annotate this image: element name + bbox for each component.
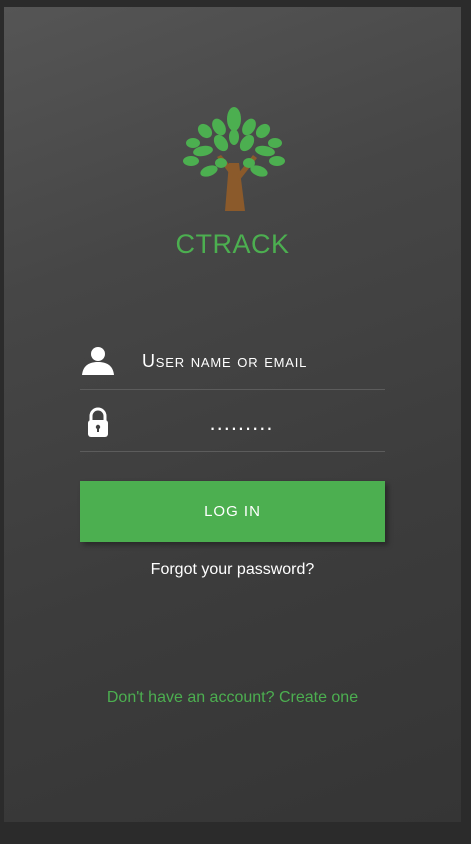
tree-icon [183,107,285,211]
username-field-row [80,337,385,390]
lock-icon [88,407,108,437]
app-title: CTRACK [175,229,290,259]
password-field-row [80,399,385,452]
create-account-link[interactable]: Don't have an account? Create one [4,689,461,707]
password-input[interactable] [136,403,381,443]
login-screen: CTRACK LOG IN Forgot your password? Don'… [4,7,461,822]
forgot-password-link[interactable]: Forgot your password? [4,561,461,579]
login-button[interactable]: LOG IN [80,481,385,542]
username-input[interactable] [136,341,381,381]
user-icon [82,347,114,375]
